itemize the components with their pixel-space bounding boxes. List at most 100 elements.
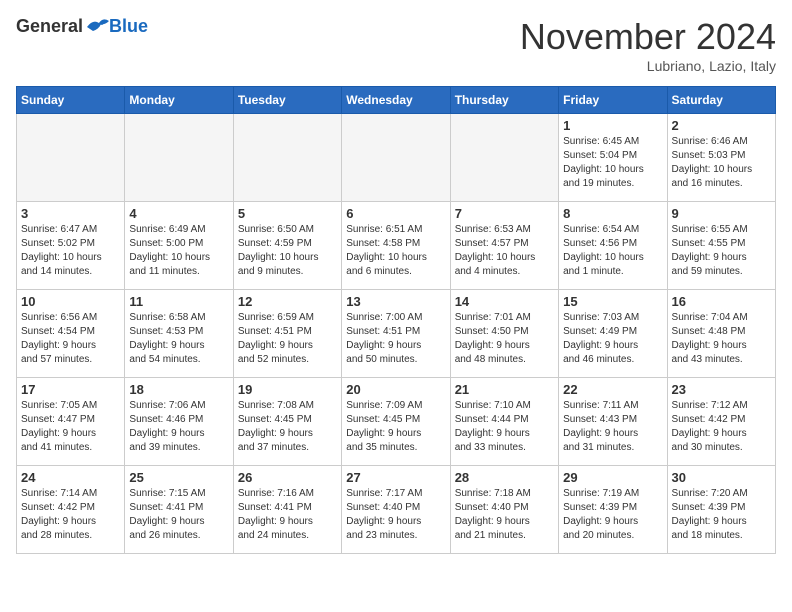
day-info: Sunrise: 7:04 AM Sunset: 4:48 PM Dayligh…: [672, 311, 771, 367]
day-number: 20: [346, 382, 445, 397]
calendar-day-cell: 10Sunrise: 6:56 AM Sunset: 4:54 PM Dayli…: [17, 290, 125, 378]
day-info: Sunrise: 7:08 AM Sunset: 4:45 PM Dayligh…: [238, 399, 337, 455]
page-header: General Blue November 2024 Lubriano, Laz…: [16, 16, 776, 74]
day-number: 18: [129, 382, 228, 397]
calendar-day-cell: 23 Sunrise: 7:12 AM Sunset: 4:42 PM Dayli…: [667, 378, 775, 466]
day-info: Sunrise: 7:11 AM Sunset: 4:43 PM Dayligh…: [563, 399, 662, 455]
calendar-week-row: 3 Sunrise: 6:47 AM Sunset: 5:02 PM Daylig…: [17, 202, 776, 290]
calendar-week-row: 1 Sunrise: 6:45 AM Sunset: 5:04 PM Daylig…: [17, 114, 776, 202]
day-number: 14: [455, 294, 554, 309]
calendar-day-cell: 25 Sunrise: 7:15 AM Sunset: 4:41 PM Dayli…: [125, 466, 233, 554]
logo-general-text: General: [16, 16, 83, 37]
day-info: Sunrise: 7:12 AM Sunset: 4:42 PM Dayligh…: [672, 399, 771, 455]
calendar-day-cell: 3 Sunrise: 6:47 AM Sunset: 5:02 PM Daylig…: [17, 202, 125, 290]
calendar-day-cell: 17 Sunrise: 7:05 AM Sunset: 4:47 PM Dayli…: [17, 378, 125, 466]
calendar-day-cell: 7Sunrise: 6:53 AM Sunset: 4:57 PM Daylig…: [450, 202, 558, 290]
day-number: 25: [129, 470, 228, 485]
calendar-day-cell: [233, 114, 341, 202]
day-number: 4: [129, 206, 228, 221]
day-info: Sunrise: 6:47 AM Sunset: 5:02 PM Dayligh…: [21, 223, 120, 279]
calendar-day-cell: 9 Sunrise: 6:55 AM Sunset: 4:55 PM Daylig…: [667, 202, 775, 290]
day-number: 22: [563, 382, 662, 397]
calendar-day-cell: [17, 114, 125, 202]
day-number: 3: [21, 206, 120, 221]
day-number: 13: [346, 294, 445, 309]
day-number: 29: [563, 470, 662, 485]
day-number: 1: [563, 118, 662, 133]
calendar-day-cell: 13 Sunrise: 7:00 AM Sunset: 4:51 PM Dayli…: [342, 290, 450, 378]
calendar-day-cell: 26Sunrise: 7:16 AM Sunset: 4:41 PM Dayli…: [233, 466, 341, 554]
calendar-day-cell: 22 Sunrise: 7:11 AM Sunset: 4:43 PM Dayli…: [559, 378, 667, 466]
calendar-day-cell: 29 Sunrise: 7:19 AM Sunset: 4:39 PM Dayli…: [559, 466, 667, 554]
location-text: Lubriano, Lazio, Italy: [520, 58, 776, 74]
day-info: Sunrise: 6:46 AM Sunset: 5:03 PM Dayligh…: [672, 135, 771, 191]
calendar-day-cell: 2Sunrise: 6:46 AM Sunset: 5:03 PM Daylig…: [667, 114, 775, 202]
day-info: Sunrise: 6:56 AM Sunset: 4:54 PM Dayligh…: [21, 311, 120, 367]
calendar-day-cell: 27 Sunrise: 7:17 AM Sunset: 4:40 PM Dayli…: [342, 466, 450, 554]
calendar-day-cell: 19 Sunrise: 7:08 AM Sunset: 4:45 PM Dayli…: [233, 378, 341, 466]
day-number: 7: [455, 206, 554, 221]
calendar-day-cell: 24 Sunrise: 7:14 AM Sunset: 4:42 PM Dayli…: [17, 466, 125, 554]
weekday-header: Monday: [125, 87, 233, 114]
calendar-day-cell: 6 Sunrise: 6:51 AM Sunset: 4:58 PM Daylig…: [342, 202, 450, 290]
day-info: Sunrise: 7:05 AM Sunset: 4:47 PM Dayligh…: [21, 399, 120, 455]
day-number: 12: [238, 294, 337, 309]
day-info: Sunrise: 7:15 AM Sunset: 4:41 PM Dayligh…: [129, 487, 228, 543]
logo-bird-icon: [85, 17, 109, 37]
calendar-day-cell: 20 Sunrise: 7:09 AM Sunset: 4:45 PM Dayli…: [342, 378, 450, 466]
day-number: 24: [21, 470, 120, 485]
day-info: Sunrise: 6:58 AM Sunset: 4:53 PM Dayligh…: [129, 311, 228, 367]
calendar-day-cell: 14 Sunrise: 7:01 AM Sunset: 4:50 PM Dayli…: [450, 290, 558, 378]
day-info: Sunrise: 7:16 AM Sunset: 4:41 PM Dayligh…: [238, 487, 337, 543]
day-info: Sunrise: 7:09 AM Sunset: 4:45 PM Dayligh…: [346, 399, 445, 455]
calendar-day-cell: [125, 114, 233, 202]
calendar-day-cell: 5Sunrise: 6:50 AM Sunset: 4:59 PM Daylig…: [233, 202, 341, 290]
day-info: Sunrise: 7:14 AM Sunset: 4:42 PM Dayligh…: [21, 487, 120, 543]
day-number: 19: [238, 382, 337, 397]
calendar-day-cell: [342, 114, 450, 202]
day-info: Sunrise: 7:17 AM Sunset: 4:40 PM Dayligh…: [346, 487, 445, 543]
day-number: 17: [21, 382, 120, 397]
day-number: 23: [672, 382, 771, 397]
weekday-header: Thursday: [450, 87, 558, 114]
day-info: Sunrise: 7:03 AM Sunset: 4:49 PM Dayligh…: [563, 311, 662, 367]
day-number: 8: [563, 206, 662, 221]
day-info: Sunrise: 6:51 AM Sunset: 4:58 PM Dayligh…: [346, 223, 445, 279]
day-number: 27: [346, 470, 445, 485]
calendar-week-row: 17 Sunrise: 7:05 AM Sunset: 4:47 PM Dayli…: [17, 378, 776, 466]
day-number: 15: [563, 294, 662, 309]
calendar-week-row: 24 Sunrise: 7:14 AM Sunset: 4:42 PM Dayli…: [17, 466, 776, 554]
calendar-day-cell: 28 Sunrise: 7:18 AM Sunset: 4:40 PM Dayli…: [450, 466, 558, 554]
weekday-header: Sunday: [17, 87, 125, 114]
day-info: Sunrise: 7:18 AM Sunset: 4:40 PM Dayligh…: [455, 487, 554, 543]
day-number: 6: [346, 206, 445, 221]
day-info: Sunrise: 7:20 AM Sunset: 4:39 PM Dayligh…: [672, 487, 771, 543]
day-info: Sunrise: 7:19 AM Sunset: 4:39 PM Dayligh…: [563, 487, 662, 543]
day-number: 11: [129, 294, 228, 309]
weekday-header: Saturday: [667, 87, 775, 114]
calendar-day-cell: 1 Sunrise: 6:45 AM Sunset: 5:04 PM Daylig…: [559, 114, 667, 202]
day-info: Sunrise: 7:10 AM Sunset: 4:44 PM Dayligh…: [455, 399, 554, 455]
day-info: Sunrise: 6:54 AM Sunset: 4:56 PM Dayligh…: [563, 223, 662, 279]
calendar-day-cell: 8 Sunrise: 6:54 AM Sunset: 4:56 PM Daylig…: [559, 202, 667, 290]
day-info: Sunrise: 7:01 AM Sunset: 4:50 PM Dayligh…: [455, 311, 554, 367]
day-number: 28: [455, 470, 554, 485]
day-info: Sunrise: 6:55 AM Sunset: 4:55 PM Dayligh…: [672, 223, 771, 279]
day-number: 21: [455, 382, 554, 397]
calendar-week-row: 10Sunrise: 6:56 AM Sunset: 4:54 PM Dayli…: [17, 290, 776, 378]
calendar-day-cell: 16 Sunrise: 7:04 AM Sunset: 4:48 PM Dayli…: [667, 290, 775, 378]
calendar-day-cell: 15 Sunrise: 7:03 AM Sunset: 4:49 PM Dayli…: [559, 290, 667, 378]
calendar-day-cell: 11 Sunrise: 6:58 AM Sunset: 4:53 PM Dayli…: [125, 290, 233, 378]
calendar-day-cell: 4 Sunrise: 6:49 AM Sunset: 5:00 PM Daylig…: [125, 202, 233, 290]
day-number: 30: [672, 470, 771, 485]
day-info: Sunrise: 7:00 AM Sunset: 4:51 PM Dayligh…: [346, 311, 445, 367]
month-title: November 2024: [520, 16, 776, 58]
day-info: Sunrise: 6:49 AM Sunset: 5:00 PM Dayligh…: [129, 223, 228, 279]
day-info: Sunrise: 6:45 AM Sunset: 5:04 PM Dayligh…: [563, 135, 662, 191]
weekday-header: Friday: [559, 87, 667, 114]
day-number: 9: [672, 206, 771, 221]
calendar-day-cell: 30 Sunrise: 7:20 AM Sunset: 4:39 PM Dayli…: [667, 466, 775, 554]
day-number: 16: [672, 294, 771, 309]
calendar-table: SundayMondayTuesdayWednesdayThursdayFrid…: [16, 86, 776, 554]
weekday-header: Tuesday: [233, 87, 341, 114]
